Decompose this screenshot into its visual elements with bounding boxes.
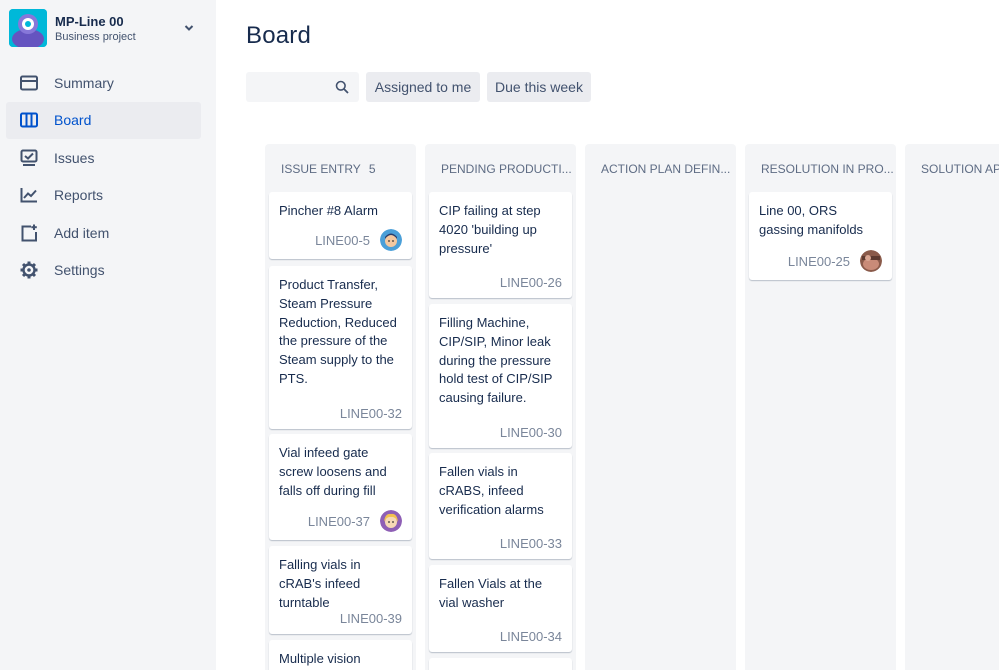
add-item-icon [19,223,39,243]
card-title: Falling vials in cRAB's infeed turntable [279,557,361,610]
sidebar-item-label: Issues [54,149,95,166]
board-column-resolution-in-progress: RESOLUTION IN PRO... 1 Line 00, ORS gass… [745,144,896,670]
sidebar-item-settings[interactable]: Settings [6,252,201,290]
column-title: RESOLUTION IN PRO... [761,162,894,176]
project-type: Business project [55,30,136,43]
column-header: PENDING PRODUCTI... 6 [441,162,576,176]
card-key: LINE00-30 [499,425,562,440]
summary-icon [19,73,39,93]
avatar[interactable] [380,229,402,251]
column-header: ACTION PLAN DEFIN... 0 [601,162,736,176]
sidebar-item-label: Reports [54,187,104,204]
card-key: LINE00-25 [787,253,850,269]
card-title: Fallen vials in cRABS, infeed verificati… [439,464,544,517]
sidebar-item-add-item[interactable]: Add item [6,214,201,252]
card-key: LINE00-32 [339,406,402,421]
board-column-solution-approval: SOLUTION APP [905,144,999,670]
card-key: LINE00-26 [499,275,562,290]
card-key: LINE00-39 [339,611,402,626]
filter-assigned-to-me-button[interactable]: Assigned to me [366,72,480,102]
column-header: ISSUE ENTRY 5 [281,162,376,176]
card-title: Product Transfer, Steam Pressure Reducti… [279,277,397,386]
issue-card[interactable]: Vial infeed gate screw loosens and falls… [269,434,412,540]
issue-card[interactable]: Fallen Vials at the vial washer LINE00-3… [429,565,572,652]
board-column-pending-production: PENDING PRODUCTI... 6 CIP failing at ste… [425,144,576,670]
sidebar-item-label: Add item [54,224,110,241]
card-title: Fallen Vials at the vial washer [439,576,543,610]
issues-icon [19,148,39,168]
card-key: LINE00-34 [499,629,562,644]
sidebar-item-label: Summary [54,74,114,91]
issue-card[interactable]: CIP failing at step 4020 'building up pr… [429,192,572,298]
sidebar-item-label: Settings [54,262,105,279]
project-name: MP-Line 00 [55,13,124,29]
issue-card[interactable]: Filling Machine, CIP/SIP, Minor leak dur… [429,304,572,448]
column-title: ACTION PLAN DEFIN... [601,162,731,176]
avatar[interactable] [860,250,882,272]
issue-card[interactable]: Line 00, ORS gassing manifolds LINE00-25 [749,192,892,280]
card-title: Line 00, ORS gassing manifolds [759,203,864,237]
issue-card[interactable] [429,658,572,670]
column-header: RESOLUTION IN PRO... 1 [761,162,896,176]
search-input[interactable] [246,72,359,102]
board-icon [19,110,39,130]
sidebar-item-label: Board [54,112,92,129]
sidebar-nav: Summary Board Issues Reports Add item Se… [6,64,201,289]
card-title: Filling Machine, CIP/SIP, Minor leak dur… [439,315,553,406]
search-icon [335,80,349,99]
sidebar-item-summary[interactable]: Summary [6,64,201,102]
issue-card[interactable]: Falling vials in cRAB's infeed turntable… [269,546,412,634]
card-key: LINE00-5 [315,232,370,248]
column-header: SOLUTION APP [921,162,999,176]
page-title: Board [246,22,312,49]
card-title: Vial infeed gate screw loosens and falls… [279,445,387,498]
column-count: 5 [368,162,376,176]
sidebar-item-board[interactable]: Board [6,101,201,139]
sidebar-item-issues[interactable]: Issues [6,139,201,177]
issue-card[interactable]: Fallen vials in cRABS, infeed verificati… [429,453,572,559]
issue-card[interactable]: Pincher #8 Alarm LINE00-5 [269,192,412,259]
project-header[interactable]: MP-Line 00 Business project [9,9,209,47]
card-key: LINE00-33 [499,536,562,551]
issue-card[interactable]: Product Transfer, Steam Pressure Reducti… [269,266,412,429]
gear-icon [19,260,39,280]
card-title: Pincher #8 Alarm [279,203,378,218]
column-title: ISSUE ENTRY [281,162,361,176]
card-title: CIP failing at step 4020 'building up pr… [439,203,541,256]
card-title: Multiple vision [279,651,361,666]
sidebar-item-reports[interactable]: Reports [6,177,201,215]
column-title: SOLUTION APP [921,162,999,176]
column-title: PENDING PRODUCTI... [441,162,572,176]
filter-due-this-week-button[interactable]: Due this week [487,72,591,102]
issue-card[interactable]: Multiple vision [269,640,412,670]
reports-icon [19,185,39,205]
sidebar: MP-Line 00 Business project Summary Boar… [0,0,216,670]
card-key: LINE00-37 [307,513,370,529]
avatar[interactable] [380,510,402,532]
chevron-down-icon[interactable] [183,21,195,39]
board-column-action-plan: ACTION PLAN DEFIN... 0 [585,144,736,670]
board-column-issue-entry: ISSUE ENTRY 5 Pincher #8 Alarm LINE00-5 … [265,144,416,670]
project-avatar-icon [9,9,47,47]
